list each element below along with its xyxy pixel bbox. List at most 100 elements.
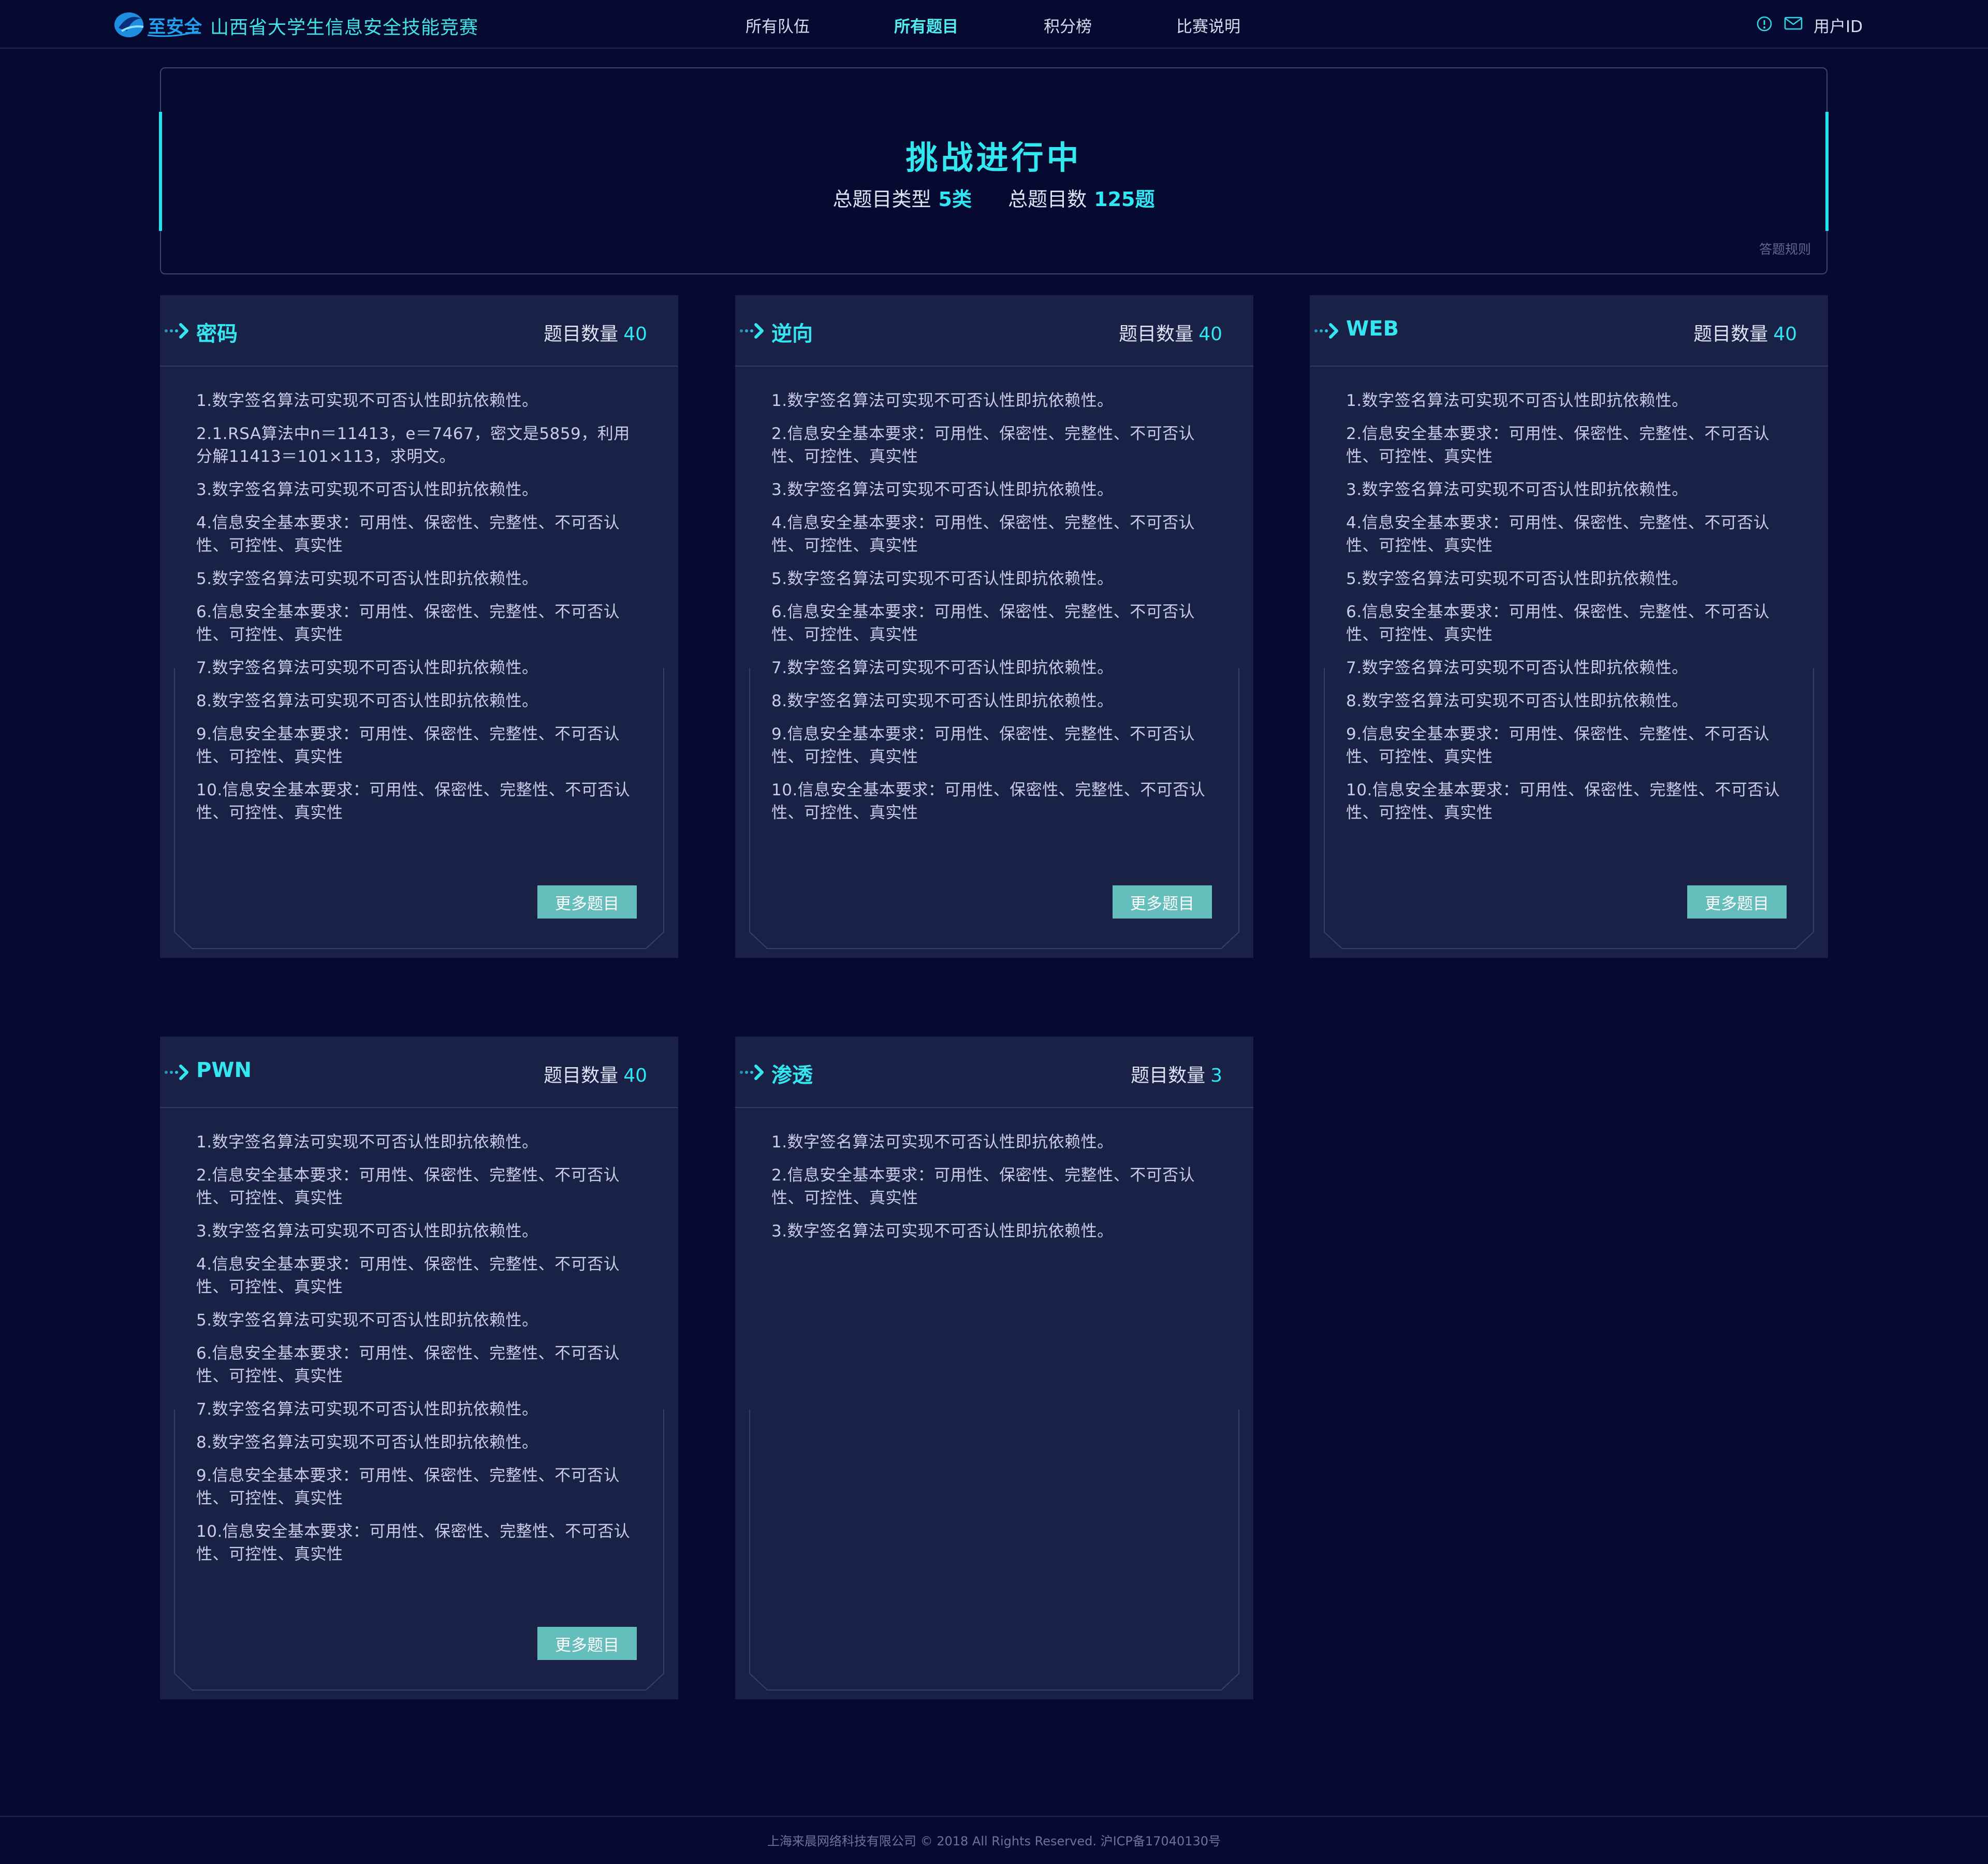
question-count-label: 题目数量 (1693, 324, 1768, 345)
chevron-right-icon (740, 1065, 764, 1080)
count-label: 总题目数 (1008, 188, 1087, 211)
question-list: 1.数字签名算法可实现不可否认性即抗依赖性。 2.信息安全基本要求：可用性、保密性… (771, 389, 1217, 835)
category-name: 逆向 (771, 322, 813, 346)
question-item[interactable]: 2.信息安全基本要求：可用性、保密性、完整性、不可否认性、可控性、真实性 (771, 423, 1217, 468)
category-card-pwn: PWN 题目数量 40 1.数字签名算法可实现不可否认性即抗依赖性。 2.信息安全基… (160, 1037, 678, 1699)
question-item[interactable]: 1.数字签名算法可实现不可否认性即抗依赖性。 (1346, 389, 1791, 412)
question-count-value: 40 (623, 1065, 647, 1086)
question-item[interactable]: 5.数字签名算法可实现不可否认性即抗依赖性。 (1346, 567, 1791, 590)
question-item[interactable]: 3.数字签名算法可实现不可否认性即抗依赖性。 (771, 1220, 1217, 1243)
question-item[interactable]: 10.信息安全基本要求：可用性、保密性、完整性、不可否认性、可控性、真实性 (771, 779, 1217, 824)
question-item[interactable]: 3.数字签名算法可实现不可否认性即抗依赖性。 (196, 478, 641, 501)
question-item[interactable]: 9.信息安全基本要求：可用性、保密性、完整性、不可否认性、可控性、真实性 (196, 723, 641, 768)
top-navigation-bar: 至安全 山西省大学生信息安全技能竞赛 所有队伍 所有题目 积分榜 比赛说明 用户… (0, 0, 1988, 49)
rules-link[interactable]: 答题规则 (1759, 239, 1811, 258)
category-name: 密码 (196, 322, 238, 346)
question-item[interactable]: 7.数字签名算法可实现不可否认性即抗依赖性。 (196, 1398, 641, 1421)
question-item[interactable]: 7.数字签名算法可实现不可否认性即抗依赖性。 (196, 657, 641, 679)
question-list: 1.数字签名算法可实现不可否认性即抗依赖性。 2.信息安全基本要求：可用性、保密性… (1346, 389, 1791, 835)
question-item[interactable]: 7.数字签名算法可实现不可否认性即抗依赖性。 (771, 657, 1217, 679)
question-item[interactable]: 5.数字签名算法可实现不可否认性即抗依赖性。 (771, 567, 1217, 590)
question-count: 题目数量 40 (544, 1060, 647, 1087)
category-name: WEB (1346, 317, 1399, 341)
question-item[interactable]: 5.数字签名算法可实现不可否认性即抗依赖性。 (196, 567, 641, 590)
more-questions-button[interactable]: 更多题目 (1113, 885, 1212, 919)
banner-title: 挑战进行中 (905, 139, 1082, 177)
user-id-link[interactable]: 用户ID (1814, 13, 1863, 37)
question-count-label: 题目数量 (1131, 1065, 1206, 1086)
type-value: 5类 (938, 188, 972, 211)
question-count: 题目数量 40 (1119, 319, 1222, 346)
question-item[interactable]: 8.数字签名算法可实现不可否认性即抗依赖性。 (771, 690, 1217, 712)
question-count-value: 40 (1773, 324, 1797, 345)
question-item[interactable]: 1.数字签名算法可实现不可否认性即抗依赖性。 (771, 1131, 1217, 1154)
question-item[interactable]: 9.信息安全基本要求：可用性、保密性、完整性、不可否认性、可控性、真实性 (1346, 723, 1791, 768)
category-card-crypto: 密码 题目数量 40 1.数字签名算法可实现不可否认性即抗依赖性。 2.1.RSA算… (160, 295, 678, 958)
chevron-right-icon (1314, 323, 1338, 339)
question-item[interactable]: 5.数字签名算法可实现不可否认性即抗依赖性。 (196, 1309, 641, 1332)
question-count-label: 题目数量 (1119, 324, 1194, 345)
question-list: 1.数字签名算法可实现不可否认性即抗依赖性。 2.信息安全基本要求：可用性、保密性… (771, 1131, 1217, 1253)
question-item[interactable]: 2.信息安全基本要求：可用性、保密性、完整性、不可否认性、可控性、真实性 (771, 1164, 1217, 1210)
question-list: 1.数字签名算法可实现不可否认性即抗依赖性。 2.1.RSA算法中n＝11413，… (196, 389, 641, 835)
question-item[interactable]: 1.数字签名算法可实现不可否认性即抗依赖性。 (771, 389, 1217, 412)
challenge-status-banner: 挑战进行中 总题目类型 5类 总题目数 125题 答题规则 (159, 67, 1829, 274)
question-item[interactable]: 4.信息安全基本要求：可用性、保密性、完整性、不可否认性、可控性、真实性 (196, 512, 641, 557)
question-count-value: 40 (623, 324, 647, 345)
more-questions-button[interactable]: 更多题目 (537, 885, 637, 919)
question-count: 题目数量 40 (544, 319, 647, 346)
footer-divider (0, 1816, 1988, 1817)
question-item[interactable]: 3.数字签名算法可实现不可否认性即抗依赖性。 (1346, 478, 1791, 501)
nav-all-questions[interactable]: 所有题目 (894, 13, 958, 37)
count-value: 125题 (1094, 188, 1155, 211)
card-header: 逆向 题目数量 40 (735, 295, 1253, 367)
question-item[interactable]: 6.信息安全基本要求：可用性、保密性、完整性、不可否认性、可控性、真实性 (196, 601, 641, 646)
nav-competition-info[interactable]: 比赛说明 (1176, 13, 1240, 37)
question-item[interactable]: 9.信息安全基本要求：可用性、保密性、完整性、不可否认性、可控性、真实性 (771, 723, 1217, 768)
question-item[interactable]: 1.数字签名算法可实现不可否认性即抗依赖性。 (196, 389, 641, 412)
card-header: WEB 题目数量 40 (1310, 295, 1828, 367)
category-name: 渗透 (771, 1064, 813, 1087)
card-header: 渗透 题目数量 3 (735, 1037, 1253, 1108)
question-item[interactable]: 8.数字签名算法可实现不可否认性即抗依赖性。 (1346, 690, 1791, 712)
logo-text: 至安全 (148, 17, 202, 37)
chevron-right-icon (740, 323, 764, 339)
question-item[interactable]: 3.数字签名算法可实现不可否认性即抗依赖性。 (196, 1220, 641, 1243)
question-item[interactable]: 3.数字签名算法可实现不可否认性即抗依赖性。 (771, 478, 1217, 501)
question-item[interactable]: 6.信息安全基本要求：可用性、保密性、完整性、不可否认性、可控性、真实性 (771, 601, 1217, 646)
footer-copyright: 上海来晨网络科技有限公司 © 2018 All Rights Reserved.… (767, 1834, 1221, 1848)
question-item[interactable]: 1.数字签名算法可实现不可否认性即抗依赖性。 (196, 1131, 641, 1154)
question-item[interactable]: 4.信息安全基本要求：可用性、保密性、完整性、不可否认性、可控性、真实性 (1346, 512, 1791, 557)
question-list: 1.数字签名算法可实现不可否认性即抗依赖性。 2.信息安全基本要求：可用性、保密性… (196, 1131, 641, 1576)
question-item[interactable]: 10.信息安全基本要求：可用性、保密性、完整性、不可否认性、可控性、真实性 (196, 1520, 641, 1566)
banner-stats: 总题目类型 5类 总题目数 125题 (161, 183, 1826, 212)
card-header: PWN 题目数量 40 (160, 1037, 678, 1108)
question-item[interactable]: 4.信息安全基本要求：可用性、保密性、完整性、不可否认性、可控性、真实性 (771, 512, 1217, 557)
question-item[interactable]: 9.信息安全基本要求：可用性、保密性、完整性、不可否认性、可控性、真实性 (196, 1464, 641, 1510)
more-questions-button[interactable]: 更多题目 (1687, 885, 1787, 919)
site-title[interactable]: 山西省大学生信息安全技能竞赛 (210, 12, 478, 39)
info-icon[interactable] (1756, 16, 1773, 32)
more-questions-button[interactable]: 更多题目 (537, 1627, 637, 1660)
question-item[interactable]: 8.数字签名算法可实现不可否认性即抗依赖性。 (196, 690, 641, 712)
question-item[interactable]: 2.1.RSA算法中n＝11413，e＝7467，密文是5859，利用分解114… (196, 423, 641, 468)
question-item[interactable]: 7.数字签名算法可实现不可否认性即抗依赖性。 (1346, 657, 1791, 679)
question-item[interactable]: 8.数字签名算法可实现不可否认性即抗依赖性。 (196, 1431, 641, 1454)
category-name: PWN (196, 1058, 252, 1082)
nav-all-teams[interactable]: 所有队伍 (746, 13, 810, 37)
nav-leaderboard[interactable]: 积分榜 (1044, 13, 1092, 37)
question-item[interactable]: 6.信息安全基本要求：可用性、保密性、完整性、不可否认性、可控性、真实性 (1346, 601, 1791, 646)
question-item[interactable]: 2.信息安全基本要求：可用性、保密性、完整性、不可否认性、可控性、真实性 (1346, 423, 1791, 468)
card-header: 密码 题目数量 40 (160, 295, 678, 367)
question-item[interactable]: 6.信息安全基本要求：可用性、保密性、完整性、不可否认性、可控性、真实性 (196, 1342, 641, 1388)
question-count: 题目数量 3 (1131, 1060, 1222, 1087)
question-count: 题目数量 40 (1693, 319, 1797, 346)
type-label: 总题目类型 (832, 188, 931, 211)
question-item[interactable]: 4.信息安全基本要求：可用性、保密性、完整性、不可否认性、可控性、真实性 (196, 1253, 641, 1299)
question-item[interactable]: 10.信息安全基本要求：可用性、保密性、完整性、不可否认性、可控性、真实性 (196, 779, 641, 824)
question-item[interactable]: 2.信息安全基本要求：可用性、保密性、完整性、不可否认性、可控性、真实性 (196, 1164, 641, 1210)
question-item[interactable]: 10.信息安全基本要求：可用性、保密性、完整性、不可否认性、可控性、真实性 (1346, 779, 1791, 824)
question-count-label: 题目数量 (544, 324, 619, 345)
mail-icon[interactable] (1784, 16, 1803, 31)
question-count-value: 40 (1198, 324, 1222, 345)
